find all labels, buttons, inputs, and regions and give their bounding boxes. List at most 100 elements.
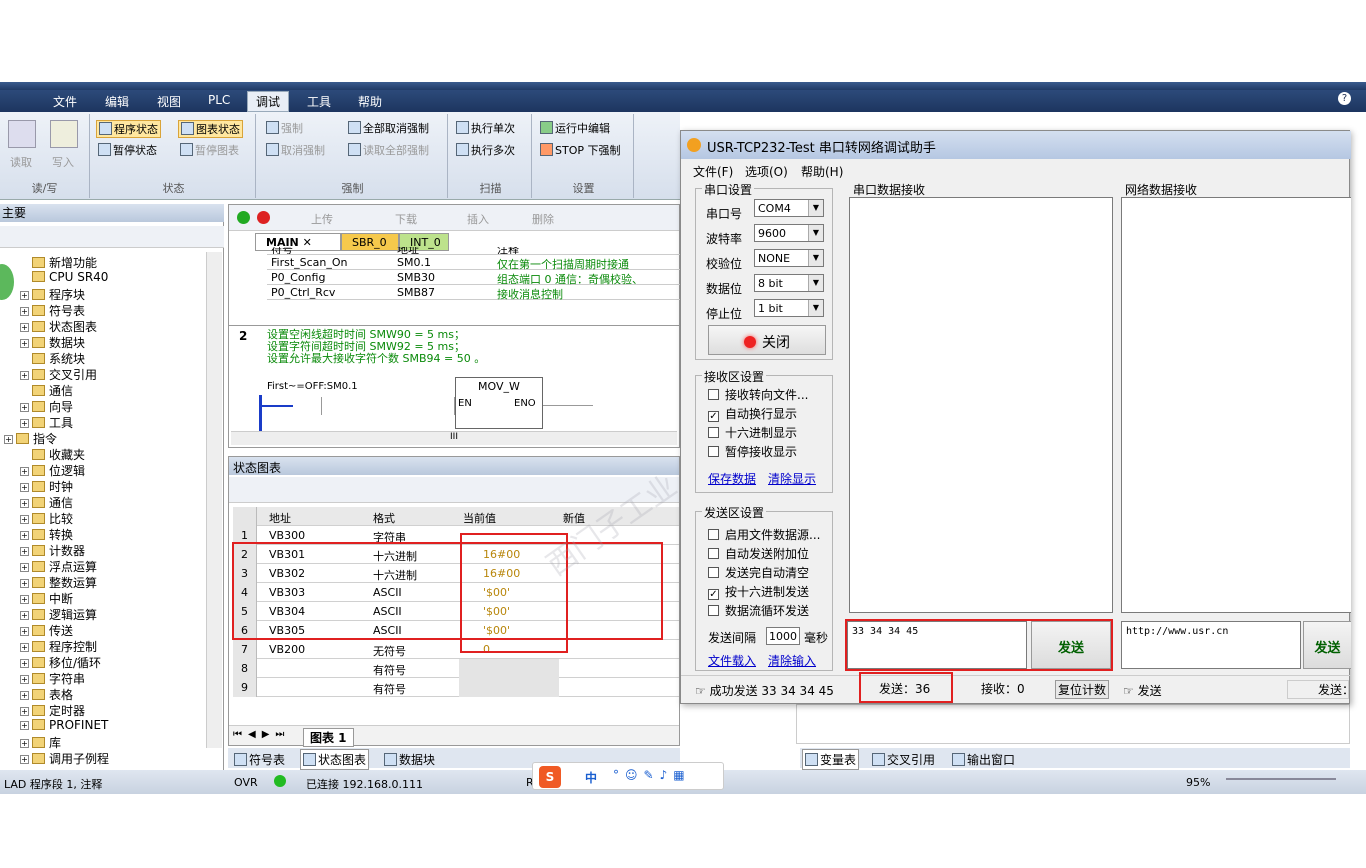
expand-icon[interactable]: + <box>20 515 29 524</box>
program-status-button[interactable]: 程序状态 <box>96 120 161 138</box>
tree-item[interactable]: + 转换 <box>20 526 73 543</box>
tab-view[interactable]: 视图 <box>157 93 181 110</box>
tree-item[interactable]: + 定时器 <box>20 702 85 719</box>
expand-icon[interactable]: + <box>20 721 29 730</box>
clear-input-link[interactable]: 清除输入 <box>768 652 816 669</box>
checkbox-option[interactable]: 启用文件数据源... <box>708 526 820 543</box>
expand-icon[interactable]: + <box>20 707 29 716</box>
tab-edit[interactable]: 编辑 <box>105 93 129 110</box>
tree-item[interactable]: + 表格 <box>20 686 73 703</box>
symbol-row[interactable]: P0_Config SMB30 组态端口 0 通信：奇偶校验、 <box>267 270 681 286</box>
expand-icon[interactable]: + <box>20 547 29 556</box>
net-recv-area[interactable] <box>1121 197 1351 613</box>
checkbox-option[interactable]: 接收转向文件... <box>708 386 808 403</box>
table-row[interactable]: 9 有符号 <box>233 678 679 697</box>
contact-symbol[interactable] <box>321 397 455 415</box>
force-button[interactable]: 强制 <box>266 120 303 136</box>
sheet-nav-icons[interactable]: ⏮◀▶⏭ <box>233 729 290 740</box>
save-data-link[interactable]: 保存数据 <box>708 470 756 487</box>
cancel-force-button[interactable]: 取消强制 <box>266 142 325 158</box>
expand-icon[interactable] <box>20 353 29 362</box>
tab-debug[interactable]: 调试 <box>247 91 290 112</box>
sogou-logo-icon[interactable]: S <box>539 766 561 788</box>
write-button[interactable]: 写入 <box>52 154 74 170</box>
tree-item[interactable]: + 符号表 <box>20 302 85 319</box>
tree-item[interactable]: + 移位/循环 <box>20 654 101 671</box>
insert-button[interactable]: 插入 <box>467 211 489 227</box>
address-cell[interactable]: VB200 <box>269 643 305 656</box>
tree-item[interactable]: + 指令 <box>4 430 57 447</box>
tree-item[interactable]: + 中断 <box>20 590 73 607</box>
symbol-row[interactable]: First_Scan_On SM0.1 仅在第一个扫描周期时接通 <box>267 255 681 271</box>
tab-cross-ref[interactable]: 交叉引用 <box>872 751 935 768</box>
upload-button[interactable]: 上传 <box>311 211 333 227</box>
reset-count-button[interactable]: 复位计数 <box>1055 680 1110 699</box>
expand-icon[interactable]: + <box>20 755 29 764</box>
checkbox-option[interactable]: ✓ 自动换行显示 <box>708 405 797 422</box>
tree-item[interactable]: + 整数运算 <box>20 574 97 591</box>
expand-icon[interactable]: + <box>20 563 29 572</box>
chart-status-button[interactable]: 图表状态 <box>178 120 243 138</box>
single-step-button[interactable]: 执行单次 <box>456 120 515 136</box>
expand-icon[interactable]: + <box>20 675 29 684</box>
download-button[interactable]: 下载 <box>395 211 417 227</box>
expand-icon[interactable]: + <box>4 435 13 444</box>
expand-icon[interactable]: + <box>20 531 29 540</box>
tree-item[interactable]: + 数据块 <box>20 334 85 351</box>
pause-status-button[interactable]: 暂停状态 <box>98 142 157 158</box>
tab-symbol-table[interactable]: 符号表 <box>234 751 285 768</box>
tab-tools[interactable]: 工具 <box>307 93 331 110</box>
tree-item[interactable]: + 调用子例程 <box>20 750 109 767</box>
tree-item[interactable]: + 字符串 <box>20 670 85 687</box>
expand-icon[interactable] <box>20 449 29 458</box>
expand-icon[interactable]: + <box>20 643 29 652</box>
tree-item[interactable]: CPU SR40 <box>20 270 108 284</box>
checkbox[interactable]: ✓ <box>708 411 719 422</box>
expand-icon[interactable]: + <box>20 611 29 620</box>
expand-icon[interactable]: + <box>20 291 29 300</box>
expand-icon[interactable]: + <box>20 339 29 348</box>
checkbox[interactable] <box>708 446 719 457</box>
checkbox[interactable] <box>708 567 719 578</box>
ime-tool-icons[interactable]: °☺✎♪▦ <box>613 768 691 782</box>
close-port-button[interactable]: 关闭 <box>708 325 826 355</box>
tab-variable-table[interactable]: 变量表 <box>802 749 860 770</box>
expand-icon[interactable]: + <box>20 739 29 748</box>
menu-help[interactable]: 帮助(H) <box>801 163 843 180</box>
format-cell[interactable]: 有符号 <box>373 662 406 678</box>
checkbox-option[interactable]: 自动发送附加位 <box>708 545 809 562</box>
address-cell[interactable]: VB300 <box>269 529 305 542</box>
expand-icon[interactable]: + <box>20 403 29 412</box>
checkbox-option[interactable]: ✓ 按十六进制发送 <box>708 583 809 600</box>
menu-options[interactable]: 选项(O) <box>745 163 788 180</box>
expand-icon[interactable]: + <box>20 627 29 636</box>
delete-button[interactable]: 删除 <box>532 211 554 227</box>
expand-icon[interactable]: + <box>20 499 29 508</box>
tree-item[interactable]: + 状态图表 <box>20 318 97 335</box>
expand-icon[interactable]: + <box>20 467 29 476</box>
databits-select[interactable]: 8 bit ▼ <box>754 274 824 292</box>
tree-item[interactable]: 收藏夹 <box>20 446 85 463</box>
menu-file[interactable]: 文件(F) <box>693 163 733 180</box>
interval-input[interactable]: 1000 <box>766 627 800 645</box>
multi-step-button[interactable]: 执行多次 <box>456 142 515 158</box>
tab-help[interactable]: 帮助 <box>358 93 382 110</box>
tree-item[interactable]: 新增功能 <box>20 254 97 271</box>
help-icon[interactable]: ? <box>1338 92 1351 105</box>
expand-icon[interactable]: + <box>20 307 29 316</box>
tree-item[interactable]: + 通信 <box>20 494 73 511</box>
tree-item[interactable]: + 库 <box>20 734 61 751</box>
table-row[interactable]: 7 VB200 无符号 0 <box>233 640 679 659</box>
stopbits-select[interactable]: 1 bit ▼ <box>754 299 824 317</box>
checkbox[interactable] <box>708 427 719 438</box>
expand-icon[interactable]: + <box>20 419 29 428</box>
tab-output[interactable]: 输出窗口 <box>952 751 1015 768</box>
tab-data-block[interactable]: 数据块 <box>384 751 435 768</box>
table-row[interactable]: 8 有符号 <box>233 659 679 678</box>
zoom-slider[interactable] <box>1226 778 1336 780</box>
tree-item[interactable]: + PROFINET <box>20 718 108 732</box>
tree-item[interactable]: + 比较 <box>20 510 73 527</box>
checkbox-option[interactable]: 十六进制显示 <box>708 424 797 441</box>
run-edit-button[interactable]: 运行中编辑 <box>540 120 610 136</box>
tree-item[interactable]: + 位逻辑 <box>20 462 85 479</box>
